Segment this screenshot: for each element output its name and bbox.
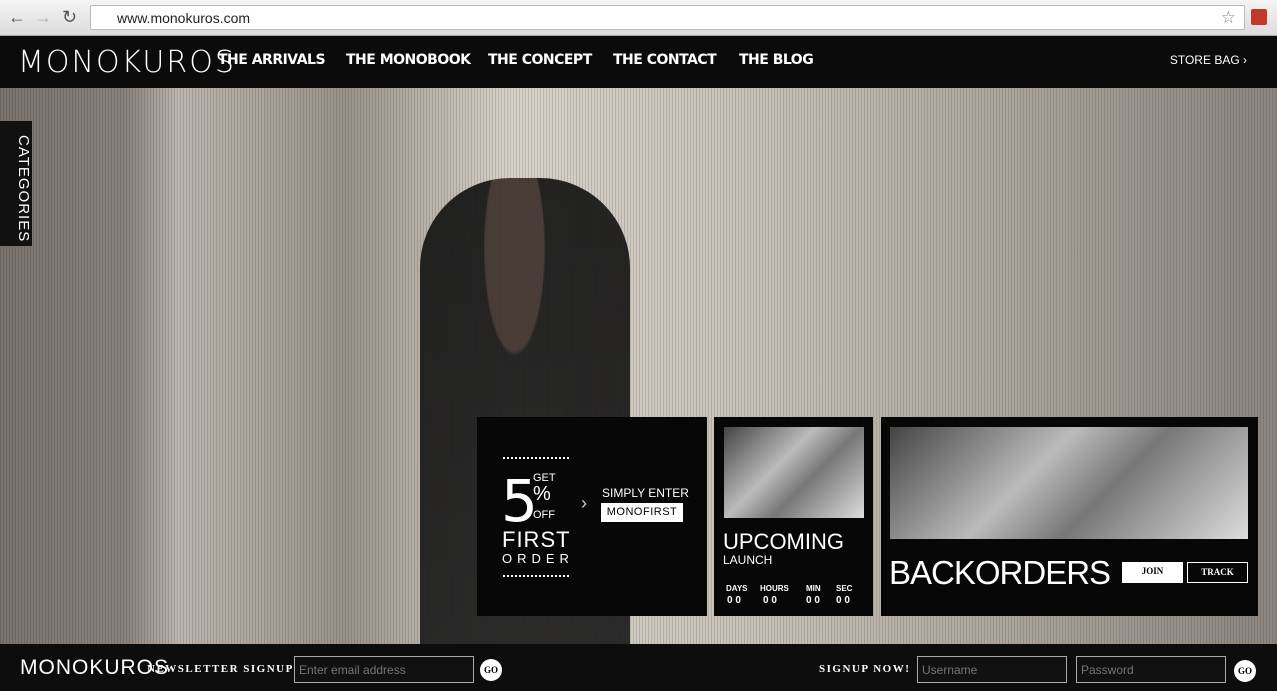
promo-order: ORDER bbox=[502, 551, 574, 566]
track-button[interactable]: TRACK bbox=[1187, 562, 1248, 583]
upcoming-title: UPCOMING bbox=[723, 529, 844, 554]
browser-toolbar: ← → ↻ www.monokuros.com ☆ bbox=[0, 0, 1277, 36]
reload-icon[interactable]: ↻ bbox=[62, 7, 77, 28]
store-bag-link[interactable]: STORE BAG › bbox=[1170, 53, 1247, 67]
nav-arrivals[interactable]: THE ARRIVALS bbox=[218, 52, 326, 68]
signup-go-button[interactable]: GO bbox=[1234, 660, 1256, 682]
upcoming-subtitle: LAUNCH bbox=[723, 553, 773, 567]
countdown-label: MIN bbox=[806, 584, 821, 593]
countdown-value: 0 0 bbox=[763, 595, 777, 606]
backorders-photo bbox=[890, 427, 1248, 539]
divider bbox=[503, 575, 569, 577]
nav-monobook[interactable]: THE MONOBOOK bbox=[346, 52, 471, 68]
password-input[interactable] bbox=[1076, 656, 1226, 683]
main-nav: MONOKUROS THE ARRIVALS THE MONOBOOK THE … bbox=[0, 36, 1277, 88]
nav-concept[interactable]: THE CONCEPT bbox=[488, 52, 592, 68]
promo-panel: 5 GET % OFF FIRST ORDER › SIMPLY ENTER M… bbox=[477, 417, 707, 616]
footer-bar: MONOKUROS NEWSLETTER SIGNUP GO SIGNUP NO… bbox=[0, 644, 1277, 691]
promo-percent: % bbox=[533, 483, 551, 505]
promo-first: FIRST bbox=[502, 527, 571, 552]
upcoming-panel[interactable]: UPCOMING LAUNCH DAYS HOURS MIN SEC 0 0 0… bbox=[714, 417, 873, 616]
newsletter-go-button[interactable]: GO bbox=[480, 659, 502, 681]
divider bbox=[503, 457, 569, 459]
promo-off: OFF bbox=[533, 509, 555, 521]
promo-code: MONOFIRST bbox=[601, 503, 683, 522]
extension-icon[interactable] bbox=[1251, 9, 1267, 25]
backorders-panel: BACKORDERS JOIN TRACK bbox=[881, 417, 1258, 616]
countdown-label: SEC bbox=[836, 584, 853, 593]
newsletter-label: NEWSLETTER SIGNUP bbox=[147, 663, 294, 675]
join-button[interactable]: JOIN bbox=[1122, 562, 1183, 583]
email-input[interactable] bbox=[294, 656, 474, 683]
categories-tab[interactable]: CATEGORIES bbox=[0, 121, 32, 246]
username-input[interactable] bbox=[917, 656, 1067, 683]
bookmark-star-icon[interactable]: ☆ bbox=[1221, 8, 1236, 28]
signup-label: SIGNUP NOW! bbox=[819, 663, 911, 675]
backorders-title: BACKORDERS bbox=[889, 554, 1111, 591]
countdown-label: DAYS bbox=[726, 584, 748, 593]
promo-instruction: SIMPLY ENTER bbox=[602, 486, 689, 500]
countdown-value: 0 0 bbox=[806, 595, 820, 606]
nav-blog[interactable]: THE BLOG bbox=[739, 52, 814, 68]
forward-icon[interactable]: → bbox=[34, 7, 52, 28]
countdown-value: 0 0 bbox=[727, 595, 741, 606]
address-bar[interactable]: www.monokuros.com ☆ bbox=[90, 5, 1245, 30]
back-icon[interactable]: ← bbox=[8, 7, 26, 28]
countdown-value: 0 0 bbox=[836, 595, 850, 606]
arrow-icon: › bbox=[581, 493, 587, 513]
upcoming-photo bbox=[724, 427, 864, 518]
logo[interactable]: MONOKUROS bbox=[18, 45, 236, 80]
countdown-label: HOURS bbox=[760, 584, 789, 593]
nav-contact[interactable]: THE CONTACT bbox=[613, 52, 717, 68]
